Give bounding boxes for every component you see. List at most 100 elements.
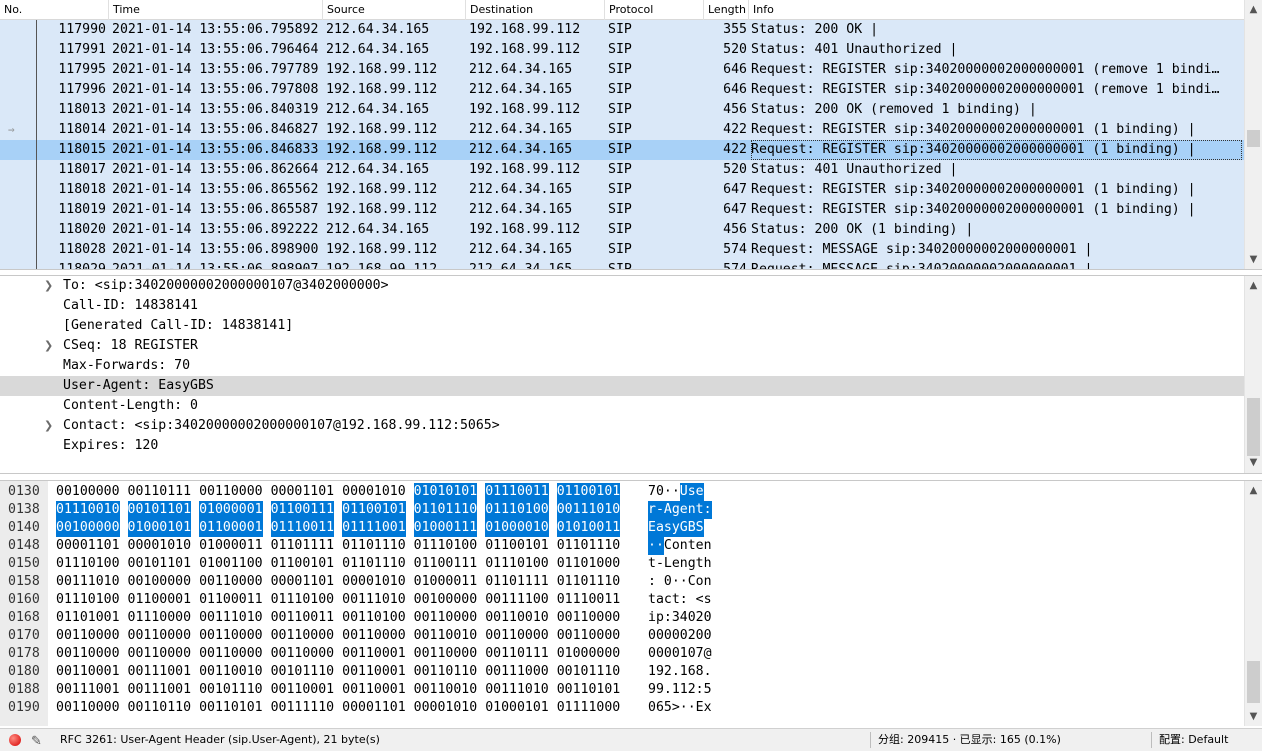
packet-row[interactable]: 117990 2021-01-14 13:55:06.795892 212.64.3… bbox=[0, 20, 1244, 40]
packet-row[interactable]: 118028 2021-01-14 13:55:06.898900 192.168.… bbox=[0, 240, 1244, 260]
byte-bits[interactable]: 00110101 bbox=[199, 699, 263, 717]
column-header-source[interactable]: Source bbox=[323, 0, 466, 20]
byte-bits[interactable]: 00110010 bbox=[414, 627, 478, 645]
byte-bits[interactable]: 01101000 bbox=[557, 555, 621, 573]
bytes-ascii-row[interactable]: ip:34020 bbox=[648, 609, 712, 627]
column-header-no[interactable]: No. bbox=[0, 0, 109, 20]
byte-bits[interactable]: 00100000 bbox=[56, 519, 120, 537]
column-header-time[interactable]: Time bbox=[109, 0, 323, 20]
detail-tree-item[interactable]: Expires: 120 bbox=[0, 436, 1244, 456]
packet-row[interactable]: 118013 2021-01-14 13:55:06.840319 212.64.3… bbox=[0, 100, 1244, 120]
expert-info-icon[interactable] bbox=[9, 734, 21, 746]
bytes-bits-row[interactable]: 00001101 00001010 01000011 01101111 01101110… bbox=[56, 537, 620, 555]
scroll-up-icon[interactable]: ▲ bbox=[1245, 483, 1262, 499]
packet-row[interactable]: 118018 2021-01-14 13:55:06.865562 192.168.… bbox=[0, 180, 1244, 200]
byte-bits[interactable]: 00110000 bbox=[557, 609, 621, 627]
byte-bits[interactable]: 00110010 bbox=[199, 663, 263, 681]
packet-details-pane[interactable]: ❯ To: <sip:34020000002000000107@340200000… bbox=[0, 275, 1262, 474]
byte-bits[interactable]: 01101110 bbox=[557, 573, 621, 591]
byte-bits[interactable]: 00111010 bbox=[556, 501, 621, 519]
byte-bits[interactable]: 00110001 bbox=[271, 681, 335, 699]
byte-bits[interactable]: 00001101 bbox=[56, 537, 120, 555]
bytes-ascii-row[interactable]: t-Length bbox=[648, 555, 712, 573]
pencil-icon[interactable]: ✎ bbox=[31, 731, 42, 751]
byte-bits[interactable]: 00110000 bbox=[128, 645, 192, 663]
byte-bits[interactable]: 01111001 bbox=[342, 519, 406, 537]
scroll-up-icon[interactable]: ▲ bbox=[1245, 2, 1262, 18]
bytes-bits-row[interactable]: 01110100 01100001 01100011 01110100 00111010… bbox=[56, 591, 620, 609]
bytes-bits-row[interactable]: 01110100 00101101 01001100 01100101 01101110… bbox=[56, 555, 620, 573]
column-header-protocol[interactable]: Protocol bbox=[605, 0, 704, 20]
byte-bits[interactable]: 00110000 bbox=[56, 627, 120, 645]
column-header-destination[interactable]: Destination bbox=[466, 0, 605, 20]
byte-bits[interactable]: 00101110 bbox=[271, 663, 335, 681]
details-scrollbar[interactable]: ▲ ▼ bbox=[1244, 276, 1262, 473]
byte-bits[interactable]: 01100001 bbox=[199, 519, 263, 537]
byte-bits[interactable]: 01000010 bbox=[485, 519, 549, 537]
byte-bits[interactable]: 01110100 bbox=[414, 537, 478, 555]
byte-bits[interactable]: 01110011 bbox=[557, 591, 621, 609]
chevron-right-icon[interactable]: ❯ bbox=[44, 416, 56, 436]
byte-bits[interactable]: 01100111 bbox=[414, 555, 478, 573]
byte-bits[interactable]: 01100101 bbox=[556, 483, 621, 501]
byte-bits[interactable]: 00110000 bbox=[128, 627, 192, 645]
bytes-ascii-row[interactable]: r-Agent: bbox=[648, 501, 712, 519]
detail-tree-item[interactable]: ❯ CSeq: 18 REGISTER bbox=[0, 336, 1244, 356]
byte-bits[interactable]: 01111000 bbox=[557, 699, 621, 717]
byte-bits[interactable]: 00001010 bbox=[342, 483, 406, 501]
bytes-ascii-row[interactable]: 00000200 bbox=[648, 627, 712, 645]
packet-bytes-pane[interactable]: 0130 0138 0140 0148 0150 0158 0160 0168 0170 0178… bbox=[0, 480, 1262, 726]
byte-bits[interactable]: 01001100 bbox=[199, 555, 263, 573]
byte-bits[interactable]: 00110000 bbox=[342, 627, 406, 645]
scrollbar-thumb[interactable] bbox=[1247, 398, 1260, 456]
byte-bits[interactable]: 01000001 bbox=[199, 501, 263, 519]
byte-bits[interactable]: 00001010 bbox=[414, 699, 478, 717]
byte-bits[interactable]: 00110110 bbox=[128, 699, 192, 717]
column-header-info[interactable]: Info bbox=[749, 0, 1244, 20]
byte-bits[interactable]: 01100011 bbox=[199, 591, 263, 609]
scrollbar-thumb[interactable] bbox=[1247, 661, 1260, 703]
bytes-scrollbar[interactable]: ▲ ▼ bbox=[1244, 481, 1262, 726]
byte-bits[interactable]: 01000101 bbox=[485, 699, 549, 717]
bytes-ascii-row[interactable]: 70··Use bbox=[648, 483, 704, 501]
byte-bits[interactable]: 00100000 bbox=[414, 591, 478, 609]
byte-bits[interactable]: 00111001 bbox=[56, 681, 120, 699]
byte-bits[interactable]: 01100101 bbox=[485, 537, 549, 555]
byte-bits[interactable]: 00110000 bbox=[199, 573, 263, 591]
byte-bits[interactable]: 01101111 bbox=[485, 573, 549, 591]
detail-tree-item[interactable]: User-Agent: EasyGBS bbox=[0, 376, 1244, 396]
byte-bits[interactable]: 00110011 bbox=[271, 609, 335, 627]
byte-bits[interactable]: 00110000 bbox=[199, 483, 263, 501]
byte-bits[interactable]: 00111001 bbox=[128, 681, 192, 699]
byte-bits[interactable]: 00110100 bbox=[342, 609, 406, 627]
byte-bits[interactable]: 01000101 bbox=[127, 519, 192, 537]
byte-bits[interactable]: 01000011 bbox=[199, 537, 263, 555]
byte-bits[interactable]: 00101110 bbox=[557, 663, 621, 681]
byte-bits[interactable]: 00110000 bbox=[271, 627, 335, 645]
bytes-bits-row[interactable]: 00100000 01000101 01100001 01110011 01111001… bbox=[56, 519, 621, 537]
byte-bits[interactable]: 00001101 bbox=[342, 699, 406, 717]
byte-bits[interactable]: 00110110 bbox=[414, 663, 478, 681]
byte-bits[interactable]: 01110100 bbox=[271, 591, 335, 609]
packet-list-pane[interactable]: No. Time Source Destination Protocol Len… bbox=[0, 0, 1262, 270]
byte-bits[interactable]: 00110010 bbox=[414, 681, 478, 699]
bytes-bits-row[interactable]: 00110000 00110000 00110000 00110000 00110001… bbox=[56, 645, 620, 663]
bytes-ascii-row[interactable]: 99.112:5 bbox=[648, 681, 712, 699]
byte-bits[interactable]: 01101110 bbox=[342, 555, 406, 573]
packet-row[interactable]: 118029 2021-01-14 13:55:06.898907 192.168.… bbox=[0, 260, 1244, 269]
bytes-bits-row[interactable]: 00100000 00110111 00110000 00001101 00001010… bbox=[56, 483, 621, 501]
byte-bits[interactable]: 00110000 bbox=[485, 627, 549, 645]
bytes-ascii-row[interactable]: tact: <s bbox=[648, 591, 712, 609]
byte-bits[interactable]: 00101101 bbox=[127, 501, 192, 519]
byte-bits[interactable]: 01000000 bbox=[557, 645, 621, 663]
byte-bits[interactable]: 00110001 bbox=[342, 645, 406, 663]
byte-bits[interactable]: 01100101 bbox=[342, 501, 406, 519]
byte-bits[interactable]: 00111110 bbox=[271, 699, 335, 717]
packet-row[interactable]: 117996 2021-01-14 13:55:06.797808 192.168.… bbox=[0, 80, 1244, 100]
detail-tree-item[interactable]: [Generated Call-ID: 14838141] bbox=[0, 316, 1244, 336]
byte-bits[interactable]: 01100111 bbox=[270, 501, 335, 519]
byte-bits[interactable]: 00101110 bbox=[199, 681, 263, 699]
detail-tree-item[interactable]: Max-Forwards: 70 bbox=[0, 356, 1244, 376]
byte-bits[interactable]: 01010011 bbox=[556, 519, 621, 537]
packet-row[interactable]: 118020 2021-01-14 13:55:06.892222 212.64.3… bbox=[0, 220, 1244, 240]
